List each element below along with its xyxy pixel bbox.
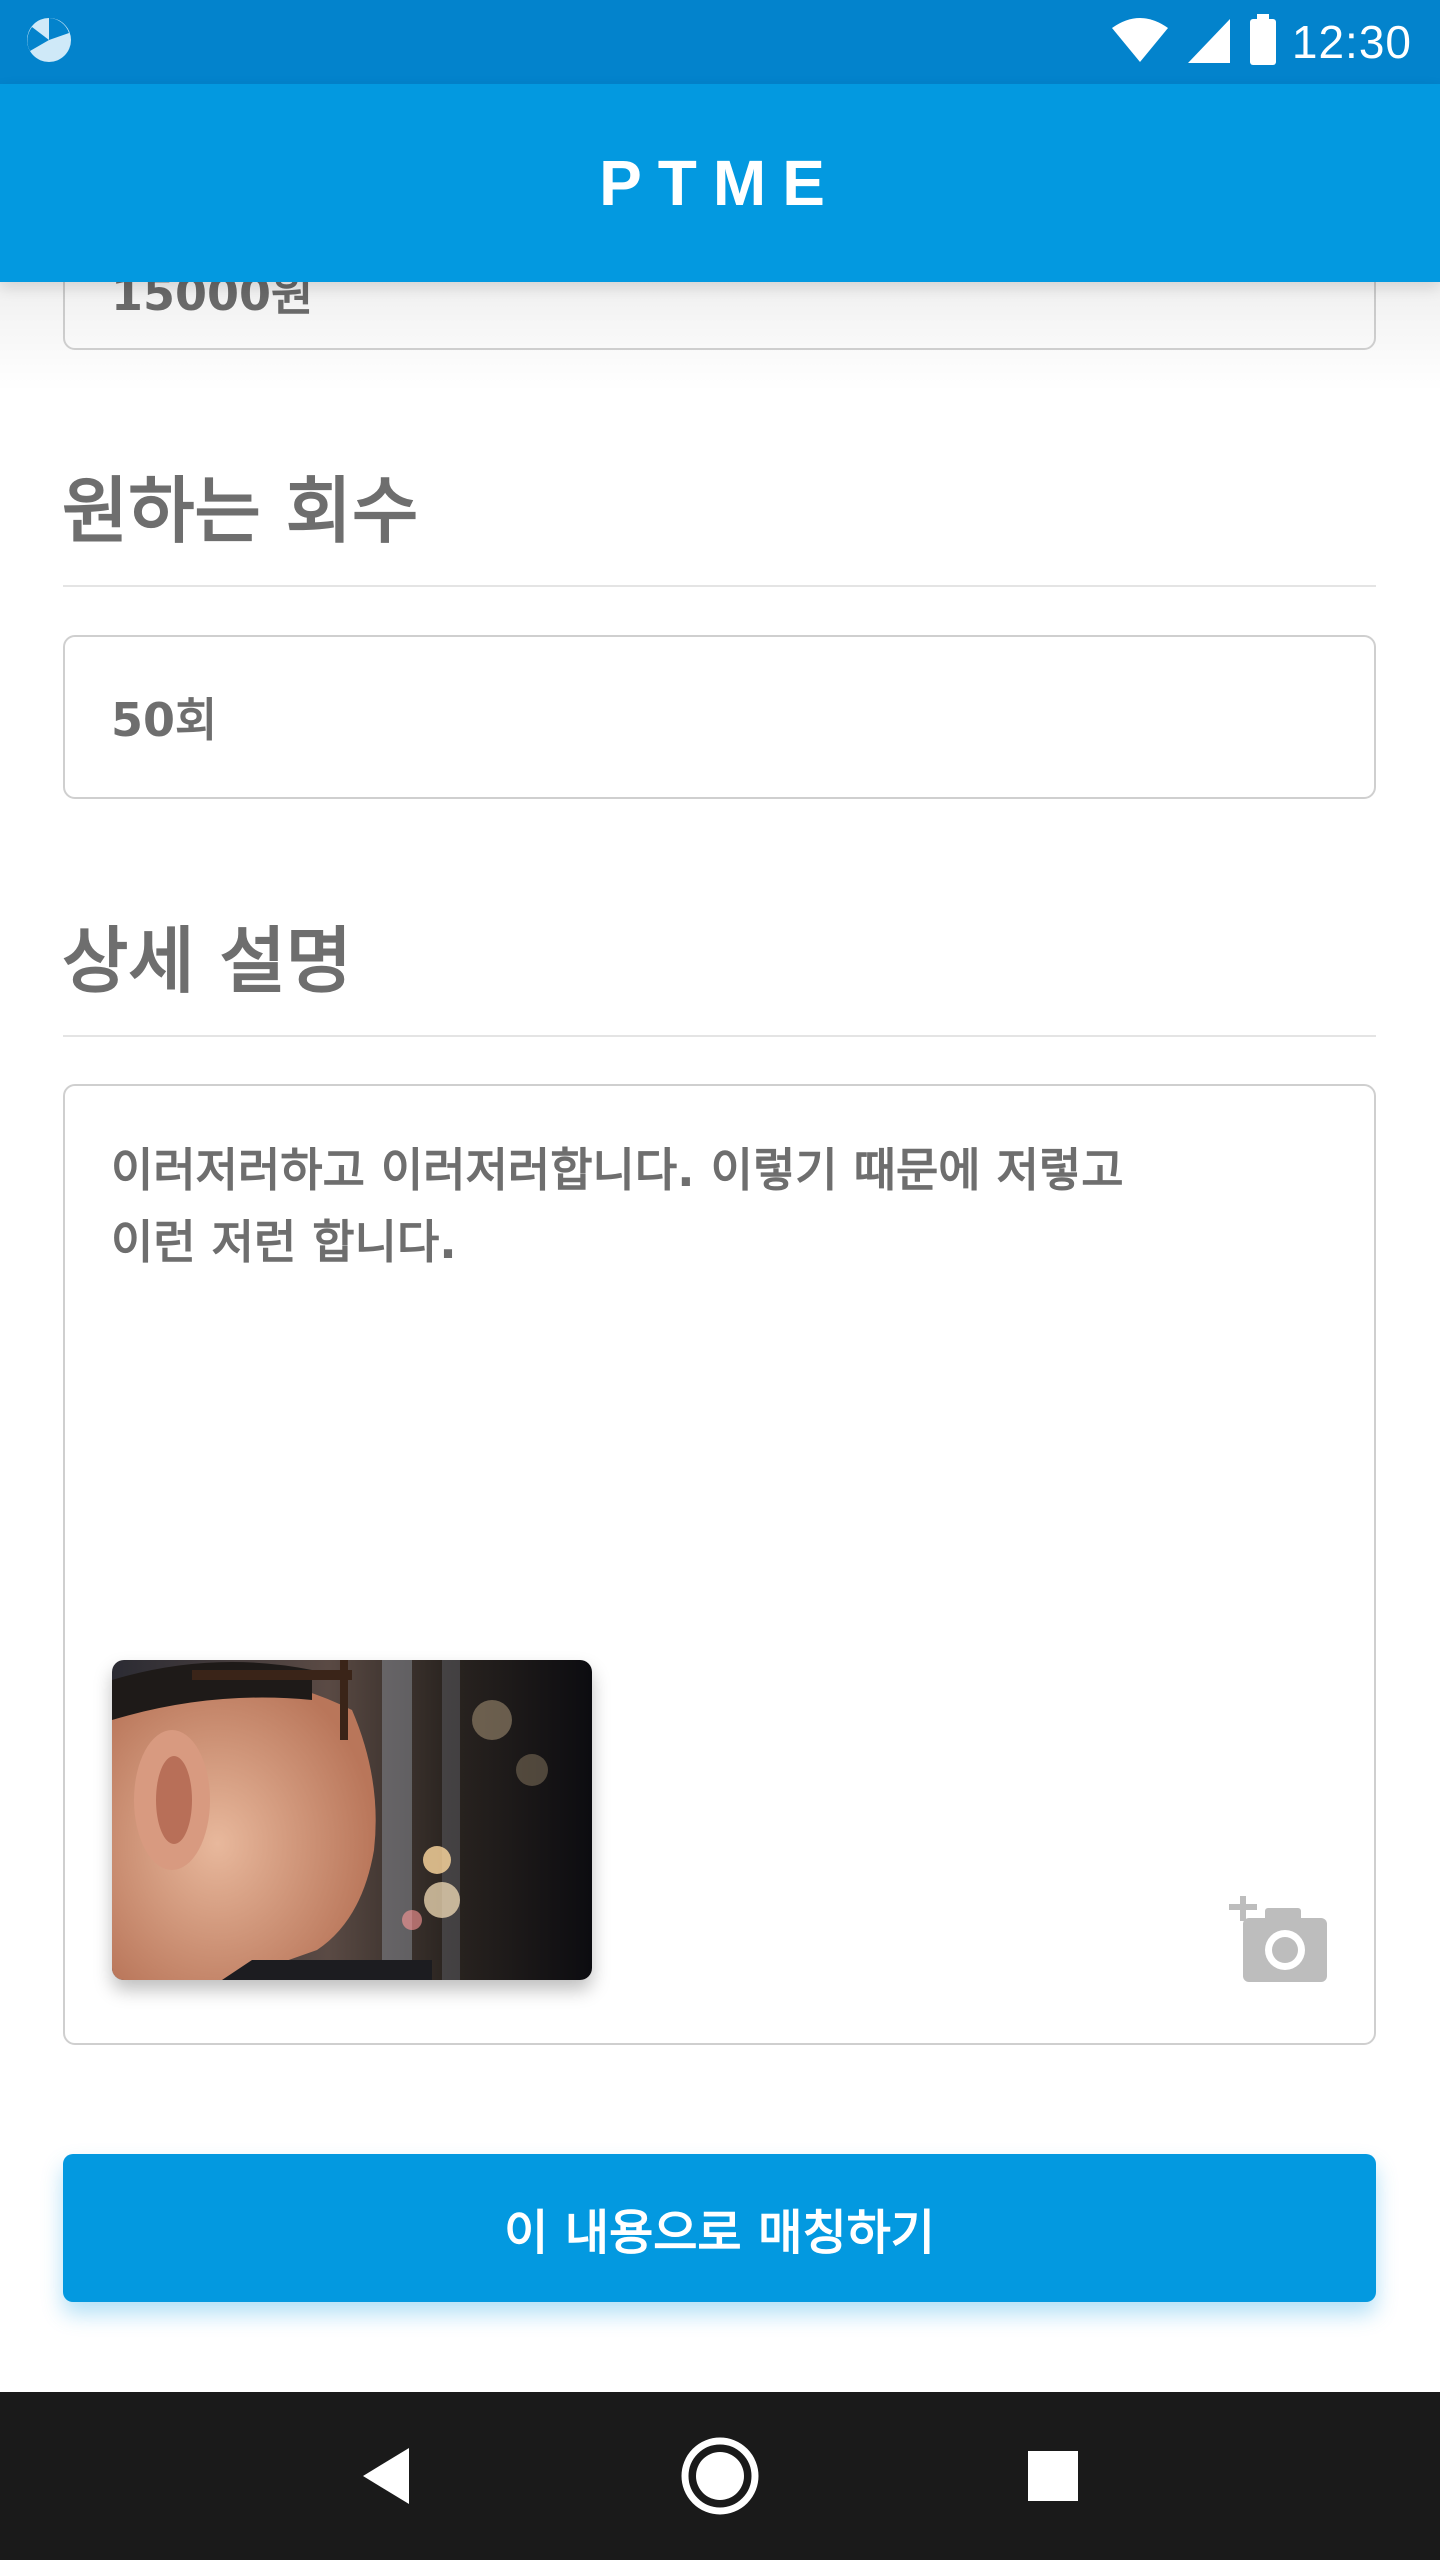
detail-section-title: 상세 설명: [62, 919, 353, 1003]
count-field[interactable]: 50회: [63, 635, 1376, 799]
wifi-icon: [1110, 16, 1170, 68]
cellular-signal-icon: [1184, 15, 1234, 69]
count-section-title: 원하는 회수: [62, 469, 419, 553]
form-content[interactable]: 15000원 원하는 회수 50회 상세 설명 이러저러하고 이러저러합니다. …: [0, 282, 1440, 2392]
app-logo: PTME: [599, 147, 841, 219]
attached-photo[interactable]: [112, 1660, 592, 1980]
price-field[interactable]: 15000원: [63, 282, 1376, 350]
navigation-bar: [0, 2392, 1440, 2560]
recents-icon[interactable]: [998, 2421, 1108, 2531]
detail-textarea[interactable]: 이러저러하고 이러저러합니다. 이렇기 때문에 저렇고 이런 저런 합니다.: [63, 1084, 1376, 2045]
match-button[interactable]: 이 내용으로 매칭하기: [63, 2154, 1376, 2302]
count-value: 50회: [111, 693, 218, 747]
detail-section-divider: [63, 1035, 1376, 1037]
app-notification-icon: [24, 15, 74, 69]
app-bar: PTME: [0, 84, 1440, 282]
battery-icon: [1248, 14, 1278, 70]
back-icon[interactable]: [332, 2421, 442, 2531]
add-photo-icon[interactable]: [1229, 1893, 1329, 1986]
count-section-divider: [63, 585, 1376, 587]
price-value: 15000원: [111, 282, 314, 321]
status-time: 12:30: [1291, 16, 1412, 68]
home-icon[interactable]: [665, 2421, 775, 2531]
status-bar: 12:30: [0, 0, 1440, 84]
detail-text: 이러저러하고 이러저러합니다. 이렇기 때문에 저렇고 이런 저런 합니다.: [111, 1143, 1124, 1269]
